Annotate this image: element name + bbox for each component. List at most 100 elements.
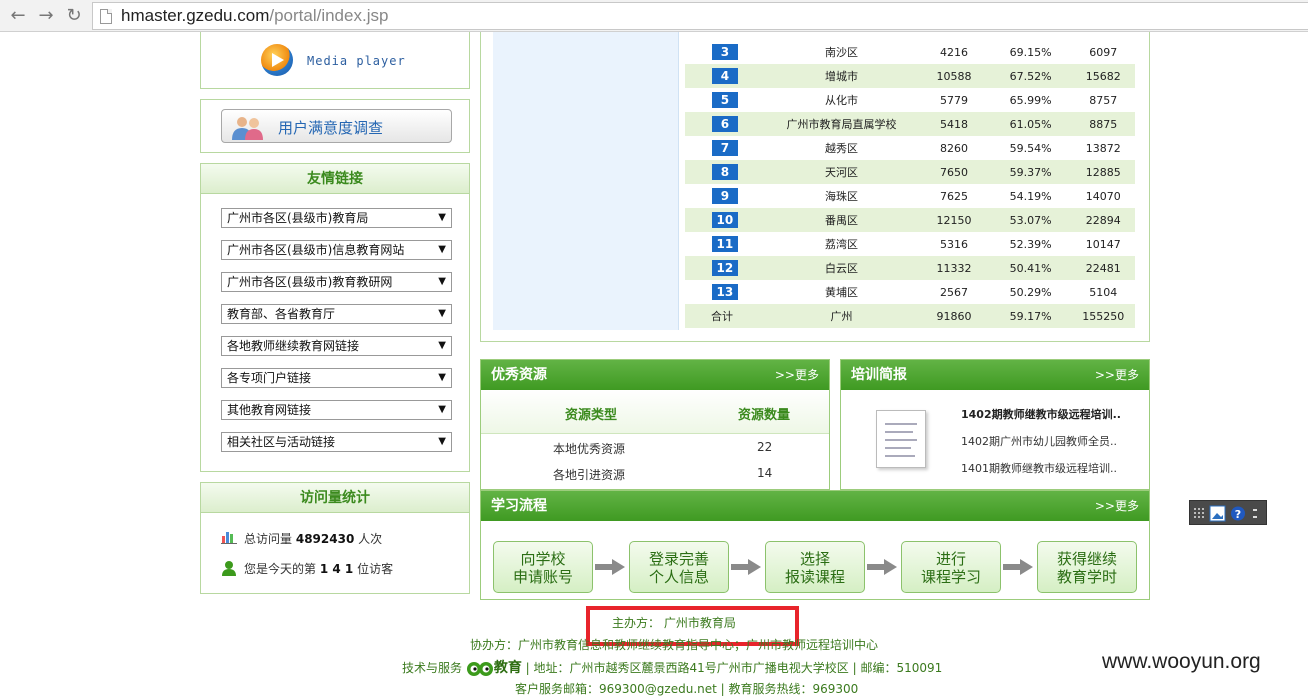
percentage: 59.37% — [989, 160, 1072, 184]
district-name[interactable]: 从化市 — [765, 88, 918, 112]
ranking-side-panel — [493, 32, 679, 330]
document-icon — [876, 410, 926, 468]
district-name[interactable]: 海珠区 — [765, 184, 918, 208]
link-select-label: 各专项门户链接 — [227, 371, 312, 385]
count-a: 10588 — [918, 64, 990, 88]
training-more-link[interactable]: >>更多 — [1095, 360, 1139, 390]
count-a: 7650 — [918, 160, 990, 184]
url-path: /portal/index.jsp — [269, 6, 389, 25]
district-name[interactable]: 广州市教育局直属学校 — [764, 112, 919, 136]
rank-number: 12 — [711, 260, 738, 276]
count-a: 7625 — [939, 189, 968, 203]
link-select-label: 其他教育网链接 — [227, 403, 312, 417]
training-item-link[interactable]: 1402期广州市幼儿园教师全员.. — [961, 433, 1117, 449]
toolbar-icons: ? — [1194, 505, 1257, 522]
count-b: 14070 — [1085, 189, 1121, 203]
link-select-2[interactable]: 广州市各区(县级市)信息教育网站 ▼ — [221, 240, 452, 260]
visit-stats-box: 访问量统计 总访问量 4892430 人次 您是今天的第 1 4 1 位访客 — [200, 482, 470, 594]
step-line: 登录完善 — [648, 550, 709, 568]
rank-number: 9 — [711, 188, 738, 204]
link-select-3[interactable]: 广州市各区(县级市)教育教研网 ▼ — [221, 272, 452, 292]
bar-chart-icon — [221, 532, 237, 544]
footer-co-host: 协办方：广州市教育信息和教师继续教育指导中心；广州市教师远程培训中心 — [470, 638, 879, 652]
flow-step-select-course[interactable]: 选择 报读课程 — [765, 541, 865, 593]
forward-button[interactable]: → — [34, 4, 58, 28]
percentage: 61.05% — [989, 112, 1072, 136]
ranking-row: 6 广州市教育局直属学校 5418 61.05% 8875 — [685, 112, 1135, 136]
friend-links-box: 友情链接 广州市各区(县级市)教育局 ▼ 广州市各区(县级市)信息教育网站 ▼ 广州… — [200, 163, 470, 472]
flow-step-earn-hours[interactable]: 获得继续 教育学时 — [1037, 541, 1137, 593]
step-line: 获得继续 — [1056, 550, 1117, 568]
link-select-1[interactable]: 广州市各区(县级市)教育局 ▼ — [221, 208, 452, 228]
reload-button[interactable]: ↻ — [62, 4, 86, 28]
link-select-4[interactable]: 教育部、各省教育厅 ▼ — [221, 304, 452, 324]
resources-box: 优秀资源 >>更多 资源类型 资源数量 本地优秀资源 22 各地引进资源 14 — [480, 359, 830, 490]
count-b: 22481 — [1071, 256, 1135, 280]
media-player-box: Media player — [200, 32, 470, 89]
link-select-6[interactable]: 各专项门户链接 ▼ — [221, 368, 452, 388]
training-header: 培训简报 >>更多 — [841, 360, 1149, 390]
district-name[interactable]: 增城市 — [764, 64, 919, 88]
back-button[interactable]: ← — [6, 4, 30, 28]
district-name[interactable]: 番禺区 — [764, 208, 919, 232]
resource-type-cell[interactable]: 本地优秀资源 — [553, 440, 625, 457]
flow-more-link[interactable]: >>更多 — [1095, 491, 1139, 521]
total-a: 91860 — [918, 304, 990, 328]
today-suffix: 位访客 — [357, 562, 394, 576]
rank-number: 6 — [711, 116, 738, 132]
resources-header: 优秀资源 >>更多 — [481, 360, 829, 390]
count-a: 12150 — [918, 208, 990, 232]
step-line: 报读课程 — [784, 568, 845, 586]
training-item-link[interactable]: 1402期教师继教市级远程培训.. — [961, 406, 1121, 422]
ranking-row: 12 白云区 11332 50.41% 22481 — [685, 256, 1135, 280]
watermark: www.wooyun.org — [1102, 650, 1261, 673]
ranking-total-row: 合计 广州 91860 59.17% 155250 — [685, 304, 1135, 328]
floating-toolbar[interactable]: ? — [1189, 500, 1267, 525]
percentage: 53.07% — [989, 208, 1072, 232]
percentage: 50.41% — [989, 256, 1072, 280]
media-player-icon[interactable] — [261, 44, 293, 76]
svg-text:?: ? — [1235, 508, 1241, 521]
count-b: 6097 — [1089, 45, 1118, 59]
count-b: 8757 — [1089, 93, 1118, 107]
link-select-label: 广州市各区(县级市)教育局 — [227, 211, 369, 225]
chevron-down-icon: ▼ — [438, 308, 446, 319]
step-line: 申请账号 — [512, 568, 573, 586]
resources-more-link[interactable]: >>更多 — [775, 360, 819, 390]
district-name[interactable]: 天河区 — [764, 160, 919, 184]
flow-step-study-course[interactable]: 进行 课程学习 — [901, 541, 1001, 593]
link-select-8[interactable]: 相关社区与活动链接 ▼ — [221, 432, 452, 452]
link-select-7[interactable]: 其他教育网链接 ▼ — [221, 400, 452, 420]
col-resource-type: 资源类型 — [565, 408, 618, 423]
footer-tech-logo-text: 教育 — [493, 660, 522, 676]
district-name[interactable]: 越秀区 — [765, 136, 918, 160]
link-select-label: 广州市各区(县级市)信息教育网站 — [227, 243, 405, 257]
today-value: 1 4 1 — [319, 562, 354, 576]
chevron-down-icon: ▼ — [438, 404, 446, 415]
step-line: 选择 — [799, 550, 830, 568]
training-title: 培训简报 — [851, 367, 907, 383]
resource-type-cell[interactable]: 各地引进资源 — [553, 466, 625, 483]
ranking-row: 7 越秀区 8260 59.54% 13872 — [685, 136, 1135, 160]
percentage: 59.54% — [1009, 141, 1052, 155]
link-select-5[interactable]: 各地教师继续教育网链接 ▼ — [221, 336, 452, 356]
survey-button[interactable]: 用户满意度调查 — [221, 109, 452, 143]
district-name[interactable]: 南沙区 — [765, 40, 918, 64]
flow-step-complete-info[interactable]: 登录完善 个人信息 — [629, 541, 729, 593]
percentage: 52.39% — [1009, 237, 1052, 251]
district-name[interactable]: 荔湾区 — [765, 232, 918, 256]
address-bar[interactable]: hmaster.gzedu.com/portal/index.jsp — [92, 2, 1308, 30]
district-name[interactable]: 黄埔区 — [765, 280, 918, 304]
count-a: 5316 — [939, 237, 968, 251]
study-flow-box: 学习流程 >>更多 向学校 申请账号 登录完善 个人信息 选择 报读课程 进行 课程学习… — [480, 490, 1150, 600]
count-b: 22894 — [1071, 208, 1135, 232]
footer-tech: 技术与服务 教育 | 地址：广州市越秀区麓景西路41号广州市广播电视大学校区 |… — [402, 657, 942, 678]
flow-step-apply-account[interactable]: 向学校 申请账号 — [493, 541, 593, 593]
media-player-link[interactable]: Media player — [307, 54, 406, 68]
rank-number: 8 — [711, 164, 738, 180]
training-item-link[interactable]: 1401期教师继教市级远程培训.. — [961, 460, 1117, 476]
district-name[interactable]: 白云区 — [764, 256, 919, 280]
count-b: 15682 — [1071, 64, 1135, 88]
total-visits: 总访问量 4892430 人次 — [221, 530, 382, 547]
total-pct: 59.17% — [989, 304, 1072, 328]
